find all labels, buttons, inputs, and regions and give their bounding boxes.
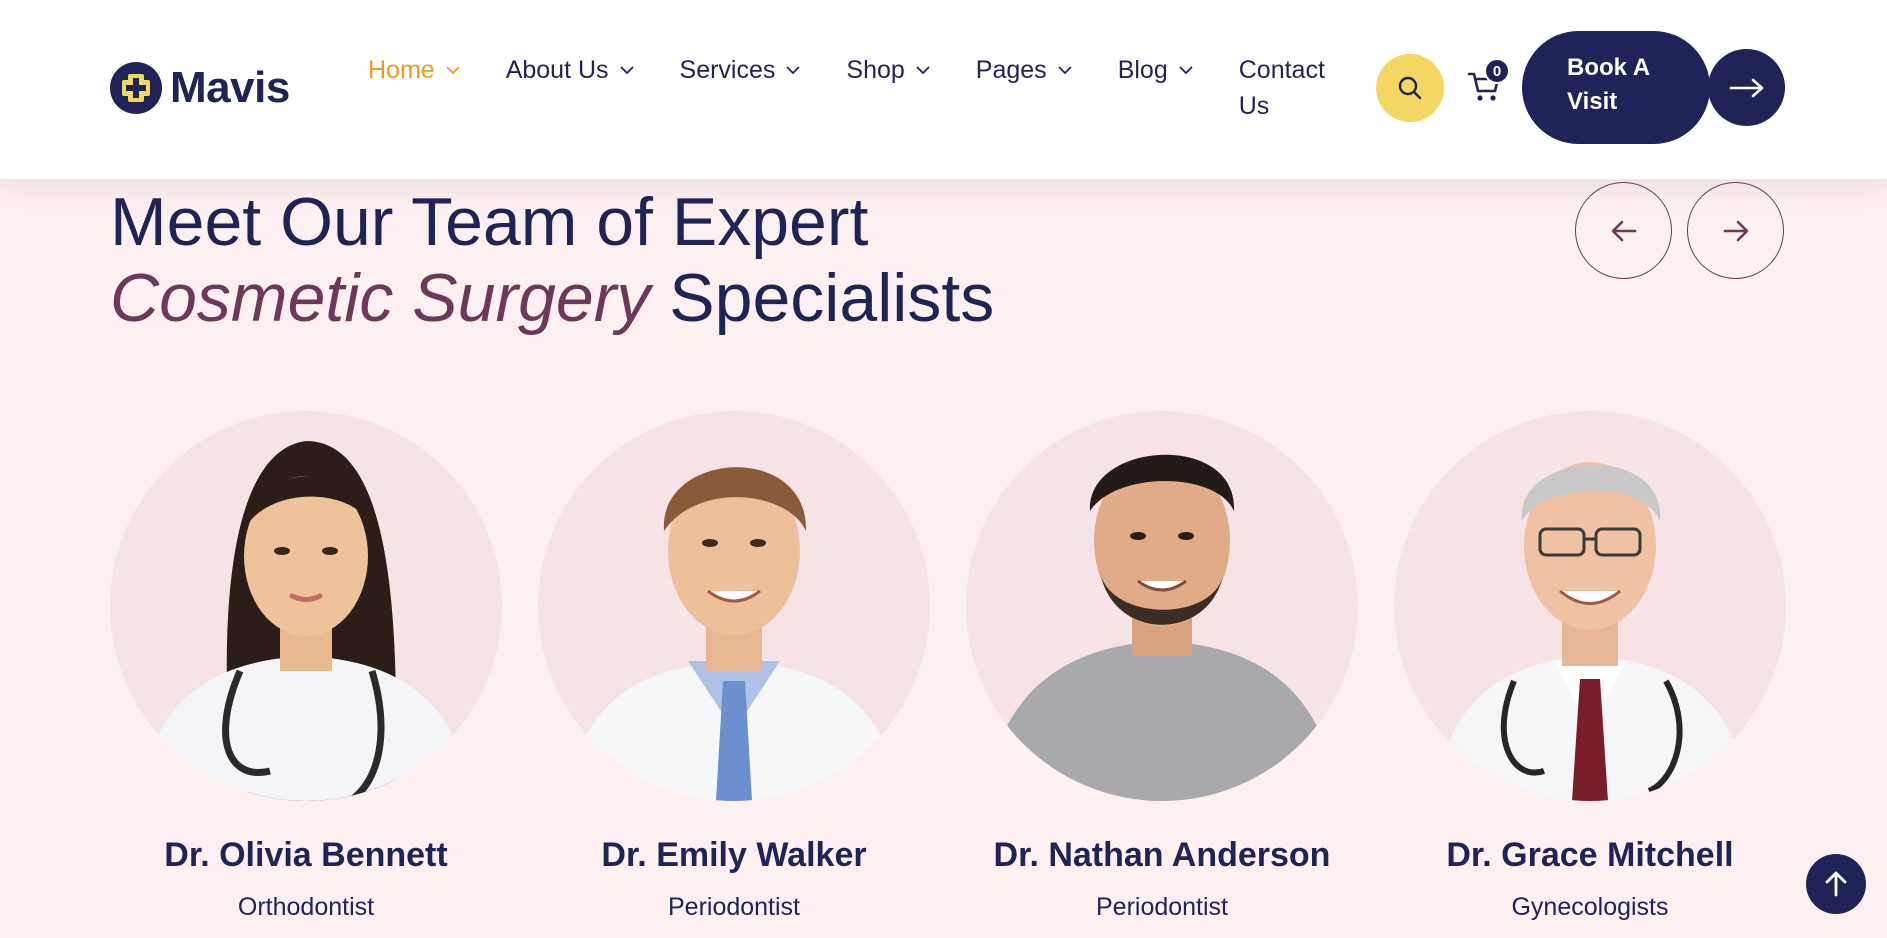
doctor-portrait [110, 411, 502, 801]
team-member-card[interactable]: Dr. Emily Walker Periodontist [538, 411, 930, 921]
team-member-role: Orthodontist [237, 893, 375, 921]
nav-item-home[interactable]: Home [368, 52, 461, 88]
book-label-line1: Book A [1567, 54, 1651, 81]
section-title-rest: Specialists [650, 260, 995, 336]
team-member-role: Periodontist [667, 893, 801, 921]
team-member-name[interactable]: Dr. Emily Walker [498, 836, 970, 875]
nav-contact-line1: Contact [1238, 56, 1325, 84]
arrow-left-icon [1611, 220, 1636, 241]
search-button[interactable] [1376, 54, 1444, 122]
nav-label: Blog [1117, 56, 1168, 84]
team-member-name[interactable]: Dr. Nathan Anderson [926, 836, 1398, 875]
team-member-card[interactable]: Dr. Olivia Bennett Orthodontist [110, 411, 502, 921]
nav-label: Services [679, 56, 776, 84]
nav-item-blog[interactable]: Blog [1118, 52, 1194, 88]
team-member-name[interactable]: Dr. Olivia Bennett [70, 836, 542, 875]
nav-contact-line2: Us [1238, 92, 1270, 120]
cart-count-badge: 0 [1484, 58, 1510, 84]
nav-item-about-us[interactable]: About Us [506, 52, 635, 88]
nav-label: Pages [975, 56, 1047, 84]
nav-item-pages[interactable]: Pages [976, 52, 1073, 88]
main-nav: Home About Us Services Shop Pages Blog C… [368, 52, 1339, 124]
chevron-down-icon [1058, 66, 1072, 75]
arrow-right-icon [1723, 220, 1748, 241]
book-arrow-button[interactable] [1708, 49, 1785, 126]
chevron-down-icon [446, 66, 460, 75]
chevron-down-icon [786, 66, 801, 75]
chevron-down-icon [619, 66, 634, 75]
team-member-card[interactable]: Dr. Grace Mitchell Gynecologists [1394, 411, 1786, 921]
section-title-highlight: Cosmetic Surgery [110, 260, 651, 336]
book-label-line2: Visit [1567, 88, 1618, 115]
team-member-role: Periodontist [1095, 893, 1229, 921]
doctor-portrait [1394, 411, 1786, 801]
nav-label: About Us [505, 56, 609, 84]
arrow-up-icon [1825, 871, 1847, 897]
brand-name: Mavis [170, 63, 290, 112]
team-member-role: Gynecologists [1511, 893, 1669, 921]
book-a-visit-button[interactable]: Book A Visit [1522, 31, 1710, 144]
brand-logo[interactable]: Mavis [110, 60, 290, 116]
nav-item-shop[interactable]: Shop [846, 52, 930, 88]
medical-cross-icon [110, 62, 162, 114]
arrow-right-icon [1729, 78, 1763, 97]
scroll-to-top-button[interactable] [1806, 854, 1866, 914]
doctor-portrait [538, 411, 930, 801]
slider-next-button[interactable] [1687, 182, 1784, 279]
section-title-line1: Meet Our Team of Expert [110, 184, 869, 260]
slider-prev-button[interactable] [1575, 182, 1672, 279]
nav-item-services[interactable]: Services [680, 52, 802, 88]
search-icon [1398, 76, 1422, 100]
section-title: Meet Our Team of Expert Cosmetic Surgery… [110, 184, 994, 336]
team-member-card[interactable]: Dr. Nathan Anderson Periodontist [966, 411, 1358, 921]
chevron-down-icon [1179, 66, 1193, 75]
chevron-down-icon [916, 66, 930, 75]
team-member-name[interactable]: Dr. Grace Mitchell [1354, 836, 1826, 875]
nav-label: Home [368, 56, 435, 84]
nav-label: Shop [846, 56, 905, 84]
nav-item-contact-us[interactable]: Contact Us [1239, 52, 1339, 124]
doctor-portrait [966, 411, 1358, 801]
site-header: Mavis Home About Us Services Shop Pages … [0, 0, 1887, 179]
